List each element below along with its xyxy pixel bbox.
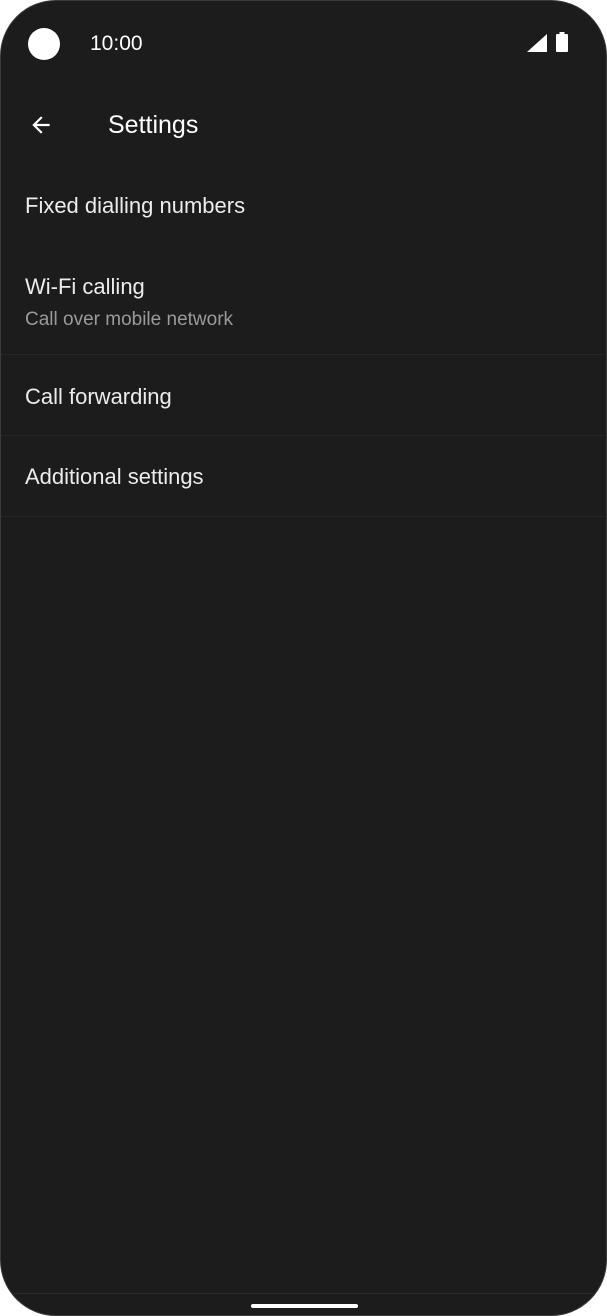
list-item-title: Call forwarding xyxy=(25,384,172,409)
list-item-call-forwarding[interactable]: Call forwarding xyxy=(1,355,606,436)
list-item-wifi-calling[interactable]: Wi-Fi calling Call over mobile network xyxy=(1,244,606,355)
list-item-additional-settings[interactable]: Additional settings xyxy=(1,436,606,517)
status-time: 10:00 xyxy=(90,32,143,55)
navigation-bar xyxy=(1,1293,606,1315)
battery-icon xyxy=(556,32,568,52)
phone-screen: 10:00 Settings Fixed dialling numbers Wi… xyxy=(0,0,607,1316)
list-item-subtitle: Call over mobile network xyxy=(25,309,234,330)
camera-cutout xyxy=(28,28,60,60)
home-gesture-handle[interactable] xyxy=(251,1304,358,1308)
signal-icon xyxy=(527,34,547,52)
status-bar: 10:00 xyxy=(1,1,606,87)
back-button[interactable] xyxy=(17,101,65,149)
arrow-back-icon xyxy=(32,116,50,134)
list-item-title: Fixed dialling numbers xyxy=(25,193,246,218)
list-item-title: Additional settings xyxy=(25,464,204,489)
page-title: Settings xyxy=(108,111,199,139)
list-item-fixed-dialling-numbers[interactable]: Fixed dialling numbers xyxy=(1,163,606,244)
app-bar: Settings xyxy=(1,87,606,163)
settings-list: Fixed dialling numbers Wi-Fi calling Cal… xyxy=(1,163,606,517)
list-item-title: Wi-Fi calling xyxy=(25,274,145,299)
